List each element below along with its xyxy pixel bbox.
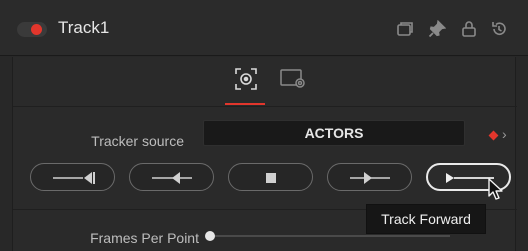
window-icon[interactable] [396,20,414,38]
track-forward-step-button[interactable] [327,163,412,191]
active-tab-indicator [225,103,265,105]
track-to-start-icon [53,172,95,184]
tab-bar [13,57,517,107]
tracker-source-field[interactable]: ACTORS [203,120,465,146]
chevron-right-icon[interactable]: › [502,126,507,142]
lock-icon[interactable] [460,20,478,38]
tooltip: Track Forward [366,204,486,234]
tracker-source-label: Tracker source [91,133,184,149]
mouse-cursor-icon [488,178,504,202]
enable-toggle[interactable] [17,22,47,37]
track-forward-step-icon [350,172,390,184]
frames-per-point-slider[interactable] [210,235,450,237]
track-backward-button[interactable] [129,163,214,191]
reset-icon[interactable] [490,20,508,38]
pin-icon[interactable] [428,20,446,38]
tab-tracker[interactable] [232,65,260,93]
tab-settings[interactable] [279,65,307,93]
enable-toggle-dot [31,24,42,35]
frames-per-point-slider-knob[interactable] [205,231,215,241]
stop-icon [266,173,276,183]
panel-title: Track1 [58,18,110,37]
track-to-start-button[interactable] [30,163,115,191]
panel-header: Track1 [0,0,528,56]
track-backward-icon [152,172,192,184]
frames-per-point-label: Frames Per Point [90,230,199,246]
keyframe-diamond-icon[interactable] [488,130,499,141]
inspector-panel: Track1 Tracker source ACTORS › Frames Pe… [0,0,528,251]
stop-tracking-button[interactable] [228,163,313,191]
